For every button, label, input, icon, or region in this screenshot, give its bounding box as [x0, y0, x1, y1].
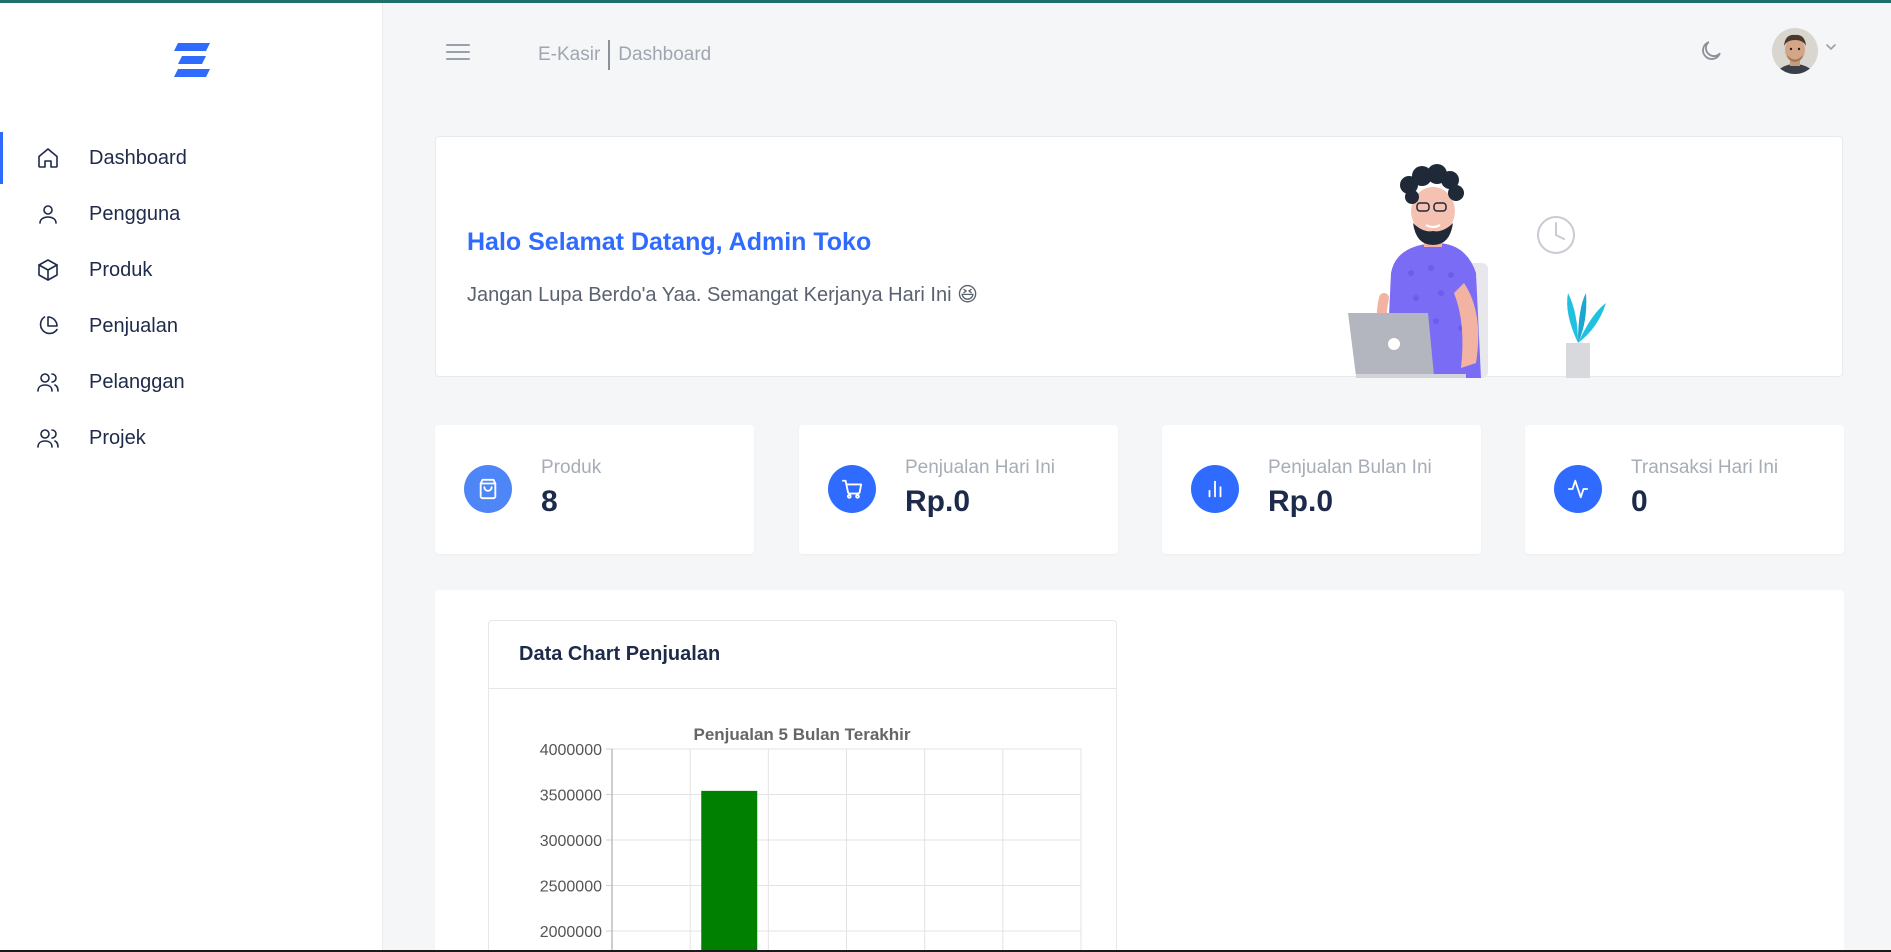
sidebar-item-label: Dashboard: [89, 146, 187, 169]
stat-label: Penjualan Hari Ini: [905, 457, 1055, 478]
y-tick-label: 2000000: [540, 924, 602, 941]
chart-title: Penjualan 5 Bulan Terakhir: [694, 725, 911, 744]
stat-value: 0: [1631, 485, 1648, 518]
user-icon: [39, 205, 57, 224]
chart-bar: [701, 790, 758, 952]
sidebar-item-penjualan[interactable]: Penjualan: [0, 298, 383, 354]
cart-icon: [841, 479, 863, 499]
stat-icon: [1554, 465, 1602, 513]
sidebar-item-label: Pelanggan: [89, 370, 185, 393]
chart-card-title: Data Chart Penjualan: [519, 643, 721, 665]
chevron-down-icon[interactable]: [1824, 40, 1838, 54]
stat-label: Transaksi Hari Ini: [1631, 457, 1779, 478]
users-icon: [37, 373, 59, 392]
hamburger-line: [446, 44, 470, 46]
welcome-title: Halo Selamat Datang, Admin Toko: [467, 228, 872, 256]
breadcrumb: E-Kasir Dashboard: [538, 40, 711, 70]
sidebar-item-label: Projek: [89, 426, 146, 449]
stat-value: Rp.0: [905, 485, 971, 518]
shopping-bag-icon: [479, 478, 497, 500]
stat-card-transaksi-hari-ini: Transaksi Hari Ini 0: [1525, 425, 1844, 554]
users-icon: [37, 429, 59, 448]
sidebar-item-pengguna[interactable]: Pengguna: [0, 186, 383, 242]
hamburger-line: [446, 58, 470, 60]
y-tick-label: 4000000: [540, 742, 602, 759]
avatar[interactable]: [1772, 28, 1818, 74]
breadcrumb-divider: [608, 40, 611, 70]
stat-card-penjualan-hari-ini: Penjualan Hari Ini Rp.0: [799, 425, 1118, 554]
stat-card-produk: Produk 8: [435, 425, 754, 554]
welcome-card: Halo Selamat Datang, Admin Toko Jangan L…: [435, 136, 1843, 378]
sidebar-item-label: Pengguna: [89, 202, 181, 225]
stat-icon: [464, 465, 512, 513]
y-tick-label: 3000000: [540, 833, 602, 850]
hamburger-line: [446, 51, 470, 53]
sidebar-item-pelanggan[interactable]: Pelanggan: [0, 354, 383, 410]
menu-toggle-button[interactable]: [446, 44, 470, 64]
dark-mode-toggle[interactable]: [1698, 38, 1724, 64]
sidebar-item-label: Penjualan: [89, 314, 178, 337]
stat-icon: [1191, 465, 1239, 513]
stat-label: Produk: [541, 457, 602, 478]
moon-icon: [1702, 41, 1721, 60]
box-icon: [38, 259, 58, 281]
stat-value: 8: [541, 485, 558, 518]
bar-chart-icon: [1208, 480, 1222, 498]
stat-value: Rp.0: [1268, 485, 1334, 518]
app-logo[interactable]: [172, 41, 212, 81]
sales-bar-chart: Penjualan 5 Bulan Terakhir 4000000 3500000…: [540, 725, 1082, 952]
pie-chart-icon: [39, 316, 58, 335]
chart-section: Data Chart Penjualan Penjualan 5 Bulan T…: [435, 590, 1844, 952]
sidebar: Dashboard Pengguna Produk Penjualan Pela…: [0, 3, 383, 950]
welcome-subtitle: Jangan Lupa Berdo'a Yaa. Semangat Kerjan…: [467, 284, 978, 306]
chart-card: Data Chart Penjualan Penjualan 5 Bulan T…: [488, 620, 1117, 952]
home-icon: [38, 148, 58, 168]
sidebar-item-produk[interactable]: Produk: [0, 242, 383, 298]
breadcrumb-page: Dashboard: [618, 44, 712, 65]
y-tick-label: 3500000: [540, 788, 602, 805]
stat-card-penjualan-bulan-ini: Penjualan Bulan Ini Rp.0: [1162, 425, 1481, 554]
activity-icon: [1567, 479, 1589, 499]
welcome-illustration: [1348, 164, 1606, 378]
sidebar-nav: Dashboard Pengguna Produk Penjualan Pela…: [0, 130, 383, 466]
sidebar-item-projek[interactable]: Projek: [0, 410, 383, 466]
sidebar-item-label: Produk: [89, 258, 153, 281]
y-tick-label: 2500000: [540, 879, 602, 896]
chart-card-header: Data Chart Penjualan: [489, 621, 1116, 689]
sidebar-item-dashboard[interactable]: Dashboard: [0, 130, 383, 186]
breadcrumb-app-name[interactable]: E-Kasir: [538, 44, 600, 66]
stat-icon: [828, 465, 876, 513]
stat-label: Penjualan Bulan Ini: [1268, 457, 1432, 478]
